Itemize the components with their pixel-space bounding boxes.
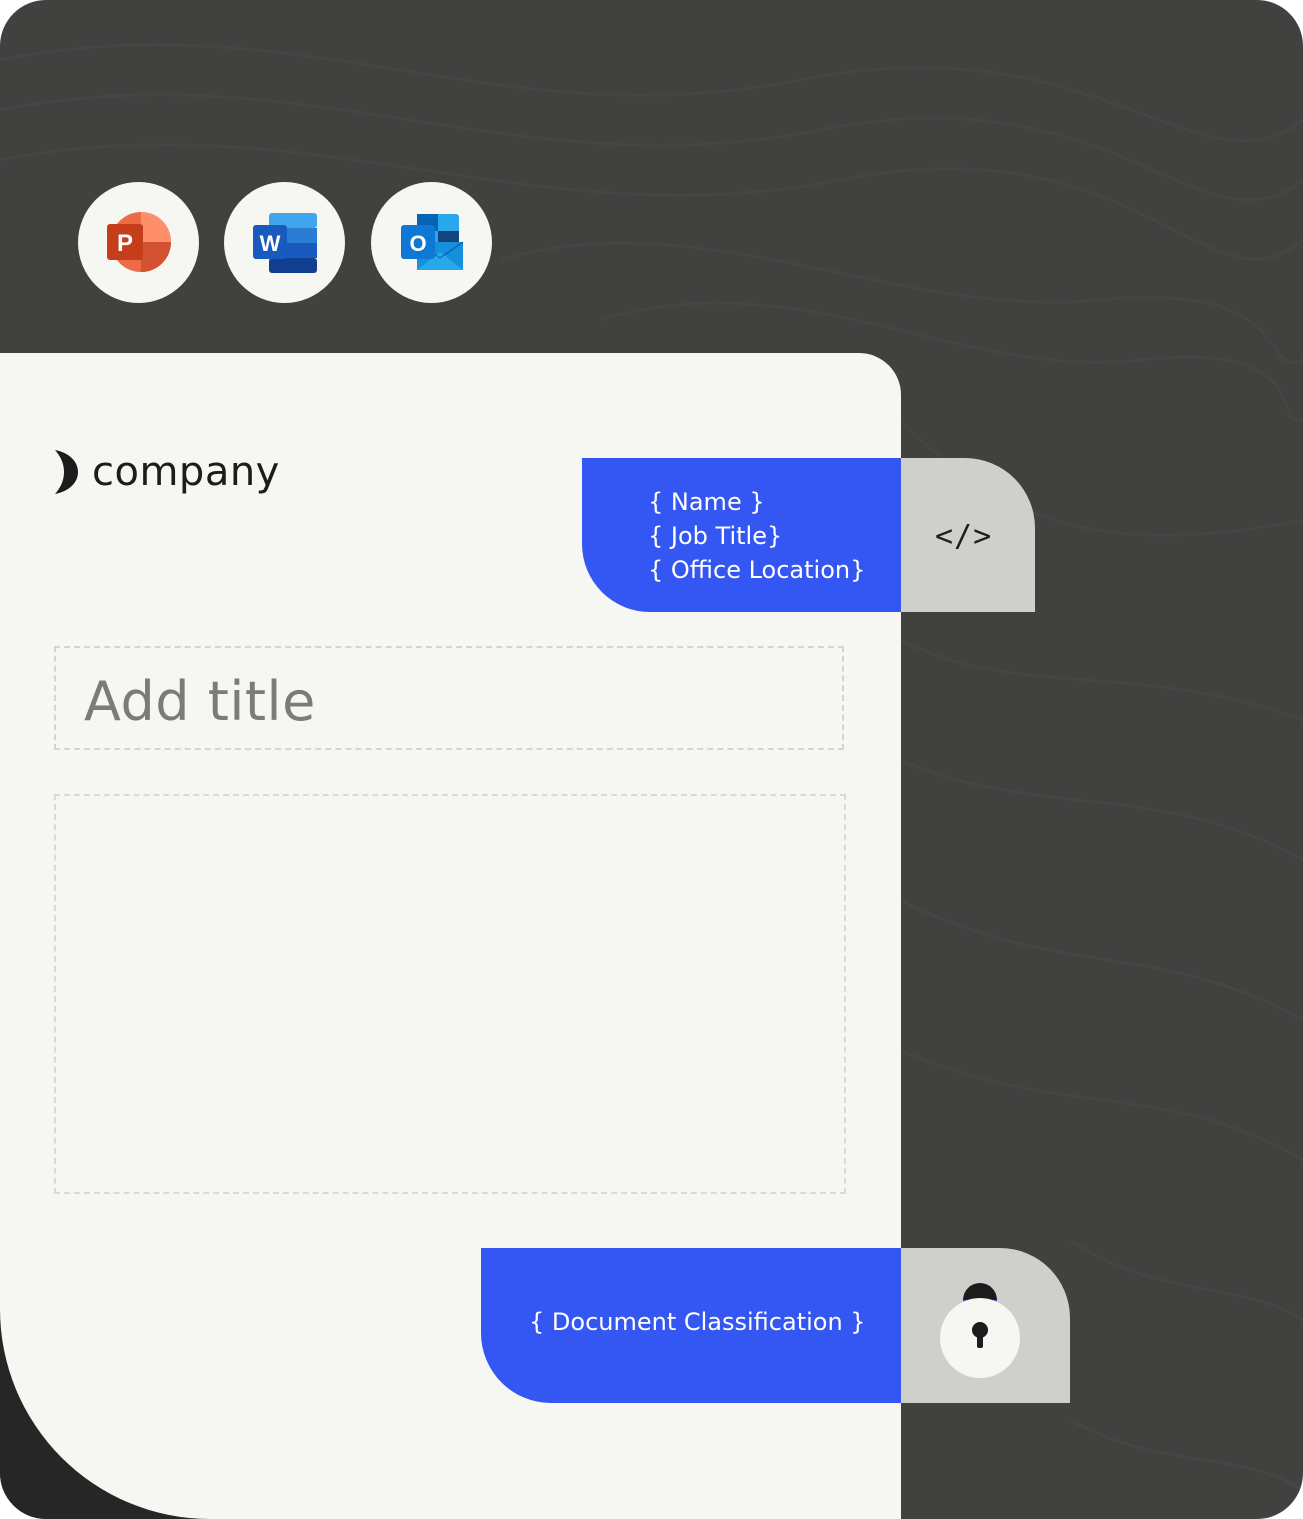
title-placeholder-box[interactable]: Add title	[54, 646, 844, 750]
classification-tag[interactable]: { Document Classification }	[481, 1248, 902, 1403]
job-title-field: { Job Title}	[648, 522, 783, 550]
office-location-field: { Office Location}	[648, 556, 866, 584]
company-logo-text: company	[92, 449, 280, 495]
canvas: P W O company Add title {Name} {Job T…	[0, 0, 1303, 1519]
outlook-letter: O	[409, 231, 426, 256]
word-app-button[interactable]: W	[224, 182, 345, 303]
outlook-app-button[interactable]: O	[371, 182, 492, 303]
powerpoint-icon: P	[106, 211, 171, 272]
word-icon: W	[252, 212, 317, 273]
lock-tab[interactable]	[901, 1248, 1070, 1403]
content-placeholder-box[interactable]	[54, 794, 846, 1194]
code-tab[interactable]: </>	[901, 458, 1035, 612]
signature-fields-tag[interactable]: { Name } { Job Title} { Office Location}	[582, 458, 902, 612]
classification-label: { Document Classification }	[529, 1308, 866, 1336]
name-field: { Name }	[648, 488, 765, 516]
outlook-icon: O	[400, 213, 463, 270]
company-logo: company	[54, 449, 280, 495]
lock-icon	[940, 1283, 1020, 1378]
powerpoint-app-button[interactable]: P	[78, 182, 199, 303]
powerpoint-letter: P	[116, 230, 132, 257]
title-placeholder-text: Add title	[84, 670, 316, 733]
code-icon: </>	[935, 519, 993, 554]
company-logo-mark-icon	[55, 450, 78, 494]
word-letter: W	[259, 231, 280, 256]
